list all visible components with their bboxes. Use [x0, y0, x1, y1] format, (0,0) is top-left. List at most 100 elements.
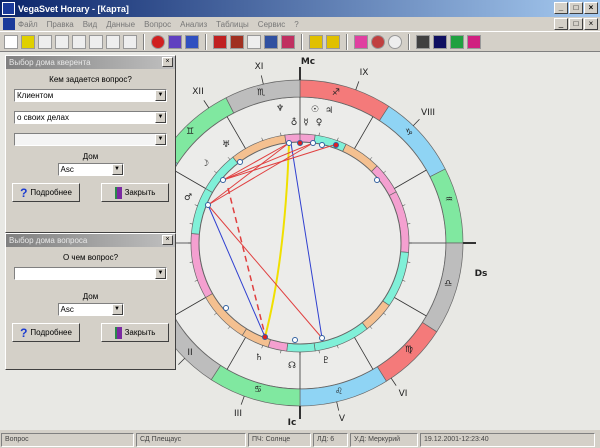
planet-glyph: ♀: [316, 118, 323, 128]
key-icon[interactable]: [309, 34, 323, 49]
tool-icon[interactable]: [281, 34, 295, 49]
wheel-icon[interactable]: [388, 34, 402, 49]
house-label: IX: [360, 68, 369, 78]
house-select[interactable]: Asc ▼: [57, 303, 124, 316]
chevron-down-icon[interactable]: ▼: [111, 304, 123, 315]
details-button[interactable]: ? Подробнее: [12, 323, 80, 342]
planet-point: [333, 142, 339, 148]
mdi-minimize-button[interactable]: _: [554, 18, 568, 30]
calendar-icon[interactable]: [450, 34, 464, 49]
detail-select[interactable]: ▼: [14, 133, 167, 146]
menu-help[interactable]: ?: [294, 20, 298, 29]
tool-icon[interactable]: [72, 34, 86, 49]
planet-glyph: ♆: [276, 104, 284, 114]
chevron-down-icon[interactable]: ▼: [155, 90, 166, 101]
planet-glyph: ☽: [201, 159, 209, 169]
planet-glyph: ♅: [222, 140, 230, 150]
topic-select[interactable]: о своих делах ▼: [14, 111, 167, 124]
doc-red-icon[interactable]: [213, 34, 227, 49]
status-sd: СД Плещаус: [136, 433, 246, 447]
tool-icon[interactable]: [106, 34, 120, 49]
question-label: Кем задается вопрос?: [49, 75, 132, 84]
close-panel-button[interactable]: Закрыть: [101, 183, 169, 202]
planet-point: [286, 140, 292, 146]
menu-tables[interactable]: Таблицы: [216, 20, 249, 29]
cusp-tick: [336, 401, 340, 411]
menu-service[interactable]: Сервис: [258, 20, 285, 29]
cusp-tick: [178, 357, 186, 365]
key-icon[interactable]: [326, 34, 340, 49]
planet-glyph: ☉: [311, 105, 319, 115]
new-icon[interactable]: [4, 34, 18, 49]
status-datetime: 19.12.2001-12:23:40: [420, 433, 595, 447]
help-icon: ?: [20, 325, 28, 340]
print-icon[interactable]: [247, 34, 261, 49]
tool-icon[interactable]: [264, 34, 278, 49]
panel-close-button[interactable]: ×: [162, 57, 173, 67]
symbol-icon[interactable]: [467, 34, 481, 49]
house-label: V: [339, 414, 346, 424]
cusp-tick: [203, 100, 210, 109]
minimize-button[interactable]: _: [554, 2, 568, 14]
ds-label: Ds: [475, 269, 488, 279]
question-house-panel: Выбор дома вопроса × О чем вопрос? ▼ Дом …: [5, 233, 176, 370]
maximize-button[interactable]: □: [569, 2, 583, 14]
columns-icon[interactable]: [416, 34, 430, 49]
panel-close-button[interactable]: ×: [162, 235, 173, 245]
panel-title: Выбор дома вопроса: [9, 236, 88, 245]
cusp-tick: [240, 396, 245, 405]
tool-icon[interactable]: [123, 34, 137, 49]
planet-point: [262, 334, 268, 340]
house-select[interactable]: Asc ▼: [57, 163, 124, 176]
menu-view[interactable]: Вид: [83, 20, 97, 29]
planet-glyph: ♁: [291, 117, 298, 128]
menu-file[interactable]: Файл: [18, 20, 38, 29]
house-label: II: [187, 348, 192, 358]
sign-glyph: ♊: [186, 127, 194, 137]
chevron-down-icon[interactable]: ▼: [111, 164, 123, 175]
sign-glyph: ♌: [335, 387, 343, 397]
planet-glyph: ☿: [303, 118, 309, 128]
mdi-close-button[interactable]: ×: [584, 18, 598, 30]
sign-glyph: ♍: [405, 345, 413, 355]
planet-point: [319, 335, 325, 341]
menu-data[interactable]: Данные: [106, 20, 135, 29]
chevron-down-icon[interactable]: ▼: [155, 112, 166, 123]
menu-analysis[interactable]: Анализ: [180, 20, 207, 29]
aspect-icon[interactable]: [354, 34, 368, 49]
cusp-tick: [390, 377, 397, 386]
save-icon[interactable]: [38, 34, 52, 49]
clock-icon[interactable]: [151, 34, 165, 49]
print-preview-icon[interactable]: [230, 34, 244, 49]
stars-icon[interactable]: [433, 34, 447, 49]
cusp-tick: [260, 75, 264, 85]
door-icon: [114, 326, 122, 339]
tool-icon[interactable]: [55, 34, 69, 49]
menu-question[interactable]: Вопрос: [144, 20, 171, 29]
document-icon[interactable]: [3, 18, 15, 30]
close-panel-button[interactable]: Закрыть: [101, 323, 169, 342]
who-asks-select[interactable]: Клиентом ▼: [14, 89, 167, 102]
inner-circle: [198, 141, 402, 345]
open-icon[interactable]: [21, 34, 35, 49]
help-icon: ?: [20, 185, 28, 200]
question-topic-select[interactable]: ▼: [14, 267, 167, 280]
mdi-restore-button[interactable]: □: [569, 18, 583, 30]
planet-glyph: ♂: [184, 193, 192, 203]
table-icon[interactable]: [185, 34, 199, 49]
tool-icon[interactable]: [89, 34, 103, 49]
menu-edit[interactable]: Правка: [47, 20, 74, 29]
sign-glyph: ♏: [257, 88, 265, 98]
house-label: III: [234, 409, 242, 419]
chevron-down-icon[interactable]: ▼: [155, 268, 166, 279]
sign-glyph: ♑: [405, 128, 413, 138]
details-button[interactable]: ? Подробнее: [12, 183, 80, 202]
house-label: Дом: [82, 152, 99, 161]
door-icon: [114, 186, 122, 199]
chevron-down-icon[interactable]: ▼: [155, 134, 166, 145]
cusp-tick: [355, 81, 360, 90]
close-button[interactable]: ×: [584, 2, 598, 14]
app-icon: [2, 2, 15, 15]
wheel-icon[interactable]: [371, 34, 385, 49]
grid-icon[interactable]: [168, 34, 182, 49]
